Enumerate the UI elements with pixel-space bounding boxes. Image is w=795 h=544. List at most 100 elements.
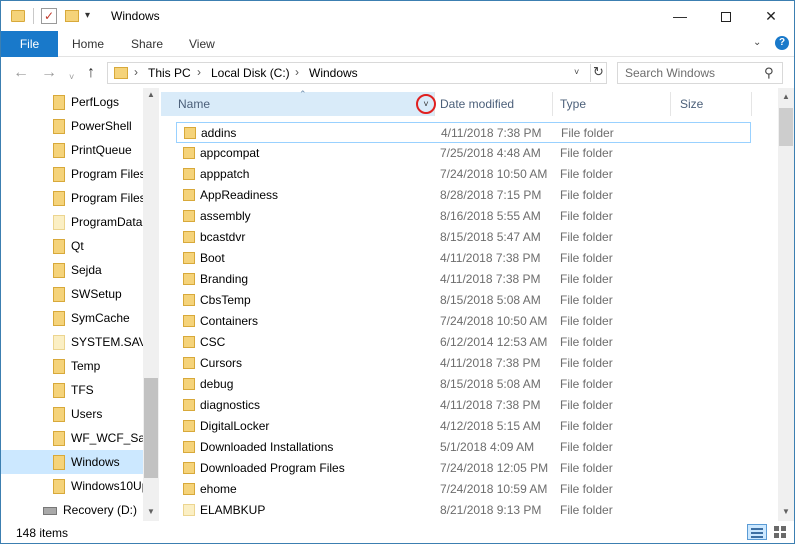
- scroll-down-icon[interactable]: ▼: [782, 507, 790, 516]
- column-header-date[interactable]: Date modified: [440, 97, 514, 111]
- sidebar-item-swsetup[interactable]: SWSetup: [1, 282, 143, 306]
- file-row[interactable]: Containers 7/24/2018 10:50 AM File folde…: [176, 311, 751, 332]
- new-folder-icon[interactable]: [65, 10, 79, 22]
- sidebar-item-label: Sejda: [71, 263, 102, 277]
- file-type: File folder: [560, 209, 613, 223]
- column-header-name[interactable]: Name ⌃ ˅: [161, 89, 436, 116]
- chevron-right-icon[interactable]: ›: [134, 65, 138, 79]
- close-button[interactable]: ✕: [748, 1, 794, 31]
- file-row[interactable]: apppatch 7/24/2018 10:50 AM File folder: [176, 164, 751, 185]
- properties-icon[interactable]: ✓: [41, 8, 57, 24]
- file-row[interactable]: CSC 6/12/2014 12:53 AM File folder: [176, 332, 751, 353]
- sidebar-item-label: Qt: [71, 239, 84, 253]
- help-icon[interactable]: ?: [775, 36, 789, 50]
- sidebar-item-perflogs[interactable]: PerfLogs: [1, 90, 143, 114]
- file-row[interactable]: Branding 4/11/2018 7:38 PM File folder: [176, 269, 751, 290]
- file-row[interactable]: ehome 7/24/2018 10:59 AM File folder: [176, 479, 751, 500]
- chevron-right-icon[interactable]: ›: [295, 65, 299, 79]
- file-row[interactable]: addins 4/11/2018 7:38 PM File folder: [176, 122, 751, 143]
- sidebar-item-sejda[interactable]: Sejda: [1, 258, 143, 282]
- file-row[interactable]: AppReadiness 8/28/2018 7:15 PM File fold…: [176, 185, 751, 206]
- sidebar-item-program-files-x86[interactable]: Program Files (x86): [1, 186, 143, 210]
- file-row[interactable]: diagnostics 4/11/2018 7:38 PM File folde…: [176, 395, 751, 416]
- folder-icon: [183, 483, 195, 495]
- column-divider[interactable]: [751, 92, 752, 116]
- file-row[interactable]: DigitalLocker 4/12/2018 5:15 AM File fol…: [176, 416, 751, 437]
- tab-file[interactable]: File: [1, 31, 58, 57]
- tab-home[interactable]: Home: [72, 31, 104, 57]
- tab-view[interactable]: View: [189, 31, 215, 57]
- breadcrumb-this-pc[interactable]: This PC: [148, 66, 191, 80]
- sidebar-item-label: TFS: [71, 383, 94, 397]
- column-header-type[interactable]: Type: [560, 97, 586, 111]
- file-row[interactable]: Boot 4/11/2018 7:38 PM File folder: [176, 248, 751, 269]
- sidebar-item-wf-wcf-samples[interactable]: WF_WCF_Samples: [1, 426, 143, 450]
- file-row[interactable]: assembly 8/16/2018 5:55 AM File folder: [176, 206, 751, 227]
- sidebar-item-qt[interactable]: Qt: [1, 234, 143, 258]
- details-view-button[interactable]: [747, 524, 767, 540]
- customize-toolbar-icon[interactable]: ▾: [85, 9, 97, 25]
- column-divider[interactable]: [552, 92, 553, 116]
- search-input[interactable]: [619, 64, 759, 82]
- sidebar-item-windows[interactable]: Windows: [1, 450, 143, 474]
- column-filter-dropdown-icon[interactable]: ˅: [416, 94, 436, 114]
- sidebar-item-temp[interactable]: Temp: [1, 354, 143, 378]
- file-row[interactable]: CbsTemp 8/15/2018 5:08 AM File folder: [176, 290, 751, 311]
- forward-button[interactable]: →: [41, 64, 57, 82]
- scroll-down-icon[interactable]: ▼: [147, 507, 155, 516]
- file-name: ehome: [200, 482, 237, 496]
- sidebar-item-recovery-drive[interactable]: Recovery (D:): [1, 498, 143, 521]
- column-header-size[interactable]: Size: [680, 97, 703, 111]
- back-button[interactable]: ←: [13, 64, 29, 82]
- file-row[interactable]: Downloaded Program Files 7/24/2018 12:05…: [176, 458, 751, 479]
- folder-icon: [183, 168, 195, 180]
- sidebar-item-tfs[interactable]: TFS: [1, 378, 143, 402]
- sidebar-item-powershell[interactable]: PowerShell: [1, 114, 143, 138]
- scroll-up-icon[interactable]: ▲: [147, 90, 155, 99]
- sidebar-item-users[interactable]: Users: [1, 402, 143, 426]
- file-type: File folder: [560, 482, 613, 496]
- expand-ribbon-icon[interactable]: ⌄: [753, 37, 761, 48]
- sidebar-item-label: PerfLogs: [71, 95, 120, 109]
- tab-share[interactable]: Share: [131, 31, 163, 57]
- refresh-icon[interactable]: ↻: [590, 64, 606, 82]
- chevron-right-icon[interactable]: ›: [197, 65, 201, 79]
- sidebar-item-programdata[interactable]: ProgramData: [1, 210, 143, 234]
- folder-icon[interactable]: [11, 10, 25, 22]
- sidebar-item-windows10upgrade[interactable]: Windows10Upgrade: [1, 474, 143, 498]
- file-date: 4/11/2018 7:38 PM: [440, 356, 541, 370]
- file-row[interactable]: appcompat 7/25/2018 4:48 AM File folder: [176, 143, 751, 164]
- up-button[interactable]: ↑: [87, 64, 95, 82]
- sidebar-item-program-files[interactable]: Program Files: [1, 162, 143, 186]
- sidebar-item-symcache[interactable]: SymCache: [1, 306, 143, 330]
- file-list-scrollbar[interactable]: ▲ ▼: [778, 88, 794, 521]
- address-bar[interactable]: › This PC › Local Disk (C:) › Windows ˅ …: [107, 62, 607, 84]
- search-icon[interactable]: ⚲: [764, 65, 774, 81]
- scrollbar-thumb[interactable]: [779, 108, 793, 146]
- file-row[interactable]: Downloaded Installations 5/1/2018 4:09 A…: [176, 437, 751, 458]
- scrollbar-thumb[interactable]: [144, 378, 158, 478]
- minimize-button[interactable]: —: [657, 1, 703, 31]
- sidebar-item-system-sav[interactable]: SYSTEM.SAV: [1, 330, 143, 354]
- recent-locations-icon[interactable]: ˅: [69, 68, 74, 86]
- sidebar-item-label: Program Files (x86): [71, 191, 143, 205]
- search-box: ⚲: [617, 62, 783, 84]
- breadcrumb-local-disk[interactable]: Local Disk (C:): [211, 66, 290, 80]
- maximize-button[interactable]: [703, 1, 749, 31]
- file-row[interactable]: ELAMBKUP 8/21/2018 9:13 PM File folder: [176, 500, 751, 521]
- column-divider[interactable]: [670, 92, 671, 116]
- file-row[interactable]: Cursors 4/11/2018 7:38 PM File folder: [176, 353, 751, 374]
- large-icons-view-button[interactable]: [771, 524, 789, 540]
- file-row[interactable]: debug 8/15/2018 5:08 AM File folder: [176, 374, 751, 395]
- file-row[interactable]: bcastdvr 8/15/2018 5:47 AM File folder: [176, 227, 751, 248]
- folder-icon: [53, 479, 65, 494]
- scroll-up-icon[interactable]: ▲: [782, 92, 790, 101]
- file-date: 6/12/2014 12:53 AM: [440, 335, 548, 349]
- file-name: apppatch: [200, 167, 250, 181]
- folder-icon: [183, 189, 195, 201]
- chevron-down-icon[interactable]: ˅: [574, 67, 579, 77]
- sidebar-item-printqueue[interactable]: PrintQueue: [1, 138, 143, 162]
- file-date: 4/12/2018 5:15 AM: [440, 419, 541, 433]
- navigation-scrollbar[interactable]: ▲ ▼: [143, 88, 159, 521]
- breadcrumb-windows[interactable]: Windows: [309, 66, 358, 80]
